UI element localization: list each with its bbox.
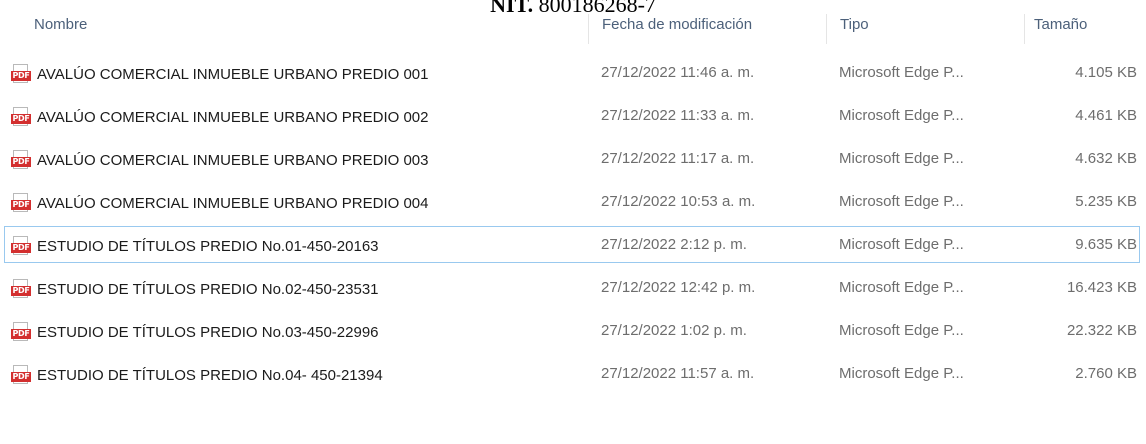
pdf-icon-badge: PDF bbox=[11, 372, 31, 382]
file-date: 27/12/2022 10:53 a. m. bbox=[601, 193, 756, 210]
column-header-bar: Nombre Fecha de modificación Tipo Tamaño bbox=[0, 0, 1146, 50]
pdf-file-icon: PDF bbox=[11, 322, 31, 342]
file-name: ESTUDIO DE TÍTULOS PREDIO No.04- 450-213… bbox=[37, 366, 383, 384]
pdf-icon-badge: PDF bbox=[11, 157, 31, 167]
file-size: 22.322 KB bbox=[1066, 322, 1137, 339]
file-type: Microsoft Edge P... bbox=[839, 322, 964, 339]
file-type: Microsoft Edge P... bbox=[839, 107, 964, 124]
pdf-file-icon: PDF bbox=[11, 365, 31, 385]
column-header-date[interactable]: Fecha de modificación bbox=[602, 16, 752, 33]
file-type: Microsoft Edge P... bbox=[839, 236, 964, 253]
column-header-size[interactable]: Tamaño bbox=[1034, 16, 1087, 33]
file-type: Microsoft Edge P... bbox=[839, 365, 964, 382]
file-name-cell: PDF ESTUDIO DE TÍTULOS PREDIO No.02-450-2… bbox=[11, 279, 379, 299]
pdf-file-icon: PDF bbox=[11, 64, 31, 84]
file-name: ESTUDIO DE TÍTULOS PREDIO No.03-450-2299… bbox=[37, 323, 379, 341]
file-name-cell: PDF ESTUDIO DE TÍTULOS PREDIO No.01-450-2… bbox=[11, 236, 379, 256]
pdf-file-icon: PDF bbox=[11, 107, 31, 127]
file-size: 5.235 KB bbox=[1075, 193, 1137, 210]
file-name-cell: PDF AVALÚO COMERCIAL INMUEBLE URBANO PRED… bbox=[11, 193, 429, 213]
file-type: Microsoft Edge P... bbox=[839, 193, 964, 210]
file-name-cell: PDF ESTUDIO DE TÍTULOS PREDIO No.03-450-2… bbox=[11, 322, 379, 342]
file-name-cell: PDF AVALÚO COMERCIAL INMUEBLE URBANO PRED… bbox=[11, 64, 429, 84]
file-row[interactable]: PDF AVALÚO COMERCIAL INMUEBLE URBANO PRED… bbox=[4, 140, 1140, 177]
file-row[interactable]: PDF ESTUDIO DE TÍTULOS PREDIO No.01-450-2… bbox=[4, 226, 1140, 263]
pdf-icon-badge: PDF bbox=[11, 200, 31, 210]
file-row[interactable]: PDF AVALÚO COMERCIAL INMUEBLE URBANO PRED… bbox=[4, 97, 1140, 134]
column-header-name[interactable]: Nombre bbox=[34, 16, 87, 33]
file-name-cell: PDF AVALÚO COMERCIAL INMUEBLE URBANO PRED… bbox=[11, 107, 429, 127]
pdf-file-icon: PDF bbox=[11, 236, 31, 256]
pdf-icon-badge: PDF bbox=[11, 329, 31, 339]
file-row[interactable]: PDF AVALÚO COMERCIAL INMUEBLE URBANO PRED… bbox=[4, 183, 1140, 220]
file-size: 4.632 KB bbox=[1075, 150, 1137, 167]
file-size: 2.760 KB bbox=[1075, 365, 1137, 382]
file-row[interactable]: PDF ESTUDIO DE TÍTULOS PREDIO No.04- 450-… bbox=[4, 355, 1140, 392]
column-divider[interactable] bbox=[1024, 14, 1025, 44]
file-name: AVALÚO COMERCIAL INMUEBLE URBANO PREDIO … bbox=[37, 194, 429, 212]
file-size: 4.105 KB bbox=[1075, 64, 1137, 81]
file-name: ESTUDIO DE TÍTULOS PREDIO No.01-450-2016… bbox=[37, 237, 379, 255]
file-date: 27/12/2022 11:33 a. m. bbox=[601, 107, 755, 124]
file-name-cell: PDF AVALÚO COMERCIAL INMUEBLE URBANO PRED… bbox=[11, 150, 429, 170]
pdf-icon-badge: PDF bbox=[11, 243, 31, 253]
file-name: AVALÚO COMERCIAL INMUEBLE URBANO PREDIO … bbox=[37, 151, 429, 169]
pdf-icon-badge: PDF bbox=[11, 114, 31, 124]
file-size: 16.423 KB bbox=[1066, 279, 1137, 296]
file-size: 9.635 KB bbox=[1075, 236, 1137, 253]
file-date: 27/12/2022 2:12 p. m. bbox=[601, 236, 747, 253]
pdf-file-icon: PDF bbox=[11, 193, 31, 213]
file-date: 27/12/2022 11:57 a. m. bbox=[601, 365, 755, 382]
pdf-icon-badge: PDF bbox=[11, 286, 31, 296]
column-divider[interactable] bbox=[826, 14, 827, 44]
file-size: 4.461 KB bbox=[1075, 107, 1137, 124]
file-date: 27/12/2022 11:46 a. m. bbox=[601, 64, 755, 81]
pdf-icon-badge: PDF bbox=[11, 71, 31, 81]
pdf-file-icon: PDF bbox=[11, 150, 31, 170]
pdf-file-icon: PDF bbox=[11, 279, 31, 299]
column-header-type[interactable]: Tipo bbox=[840, 16, 869, 33]
file-row[interactable]: PDF ESTUDIO DE TÍTULOS PREDIO No.03-450-2… bbox=[4, 312, 1140, 349]
file-name: AVALÚO COMERCIAL INMUEBLE URBANO PREDIO … bbox=[37, 65, 429, 83]
file-date: 27/12/2022 12:42 p. m. bbox=[601, 279, 756, 296]
file-type: Microsoft Edge P... bbox=[839, 150, 964, 167]
file-date: 27/12/2022 1:02 p. m. bbox=[601, 322, 747, 339]
file-type: Microsoft Edge P... bbox=[839, 64, 964, 81]
file-name: AVALÚO COMERCIAL INMUEBLE URBANO PREDIO … bbox=[37, 108, 429, 126]
file-row[interactable]: PDF AVALÚO COMERCIAL INMUEBLE URBANO PRED… bbox=[4, 54, 1140, 91]
file-name: ESTUDIO DE TÍTULOS PREDIO No.02-450-2353… bbox=[37, 280, 379, 298]
file-type: Microsoft Edge P... bbox=[839, 279, 964, 296]
column-divider[interactable] bbox=[588, 14, 589, 44]
file-date: 27/12/2022 11:17 a. m. bbox=[601, 150, 755, 167]
file-row[interactable]: PDF ESTUDIO DE TÍTULOS PREDIO No.02-450-2… bbox=[4, 269, 1140, 306]
file-name-cell: PDF ESTUDIO DE TÍTULOS PREDIO No.04- 450-… bbox=[11, 365, 383, 385]
